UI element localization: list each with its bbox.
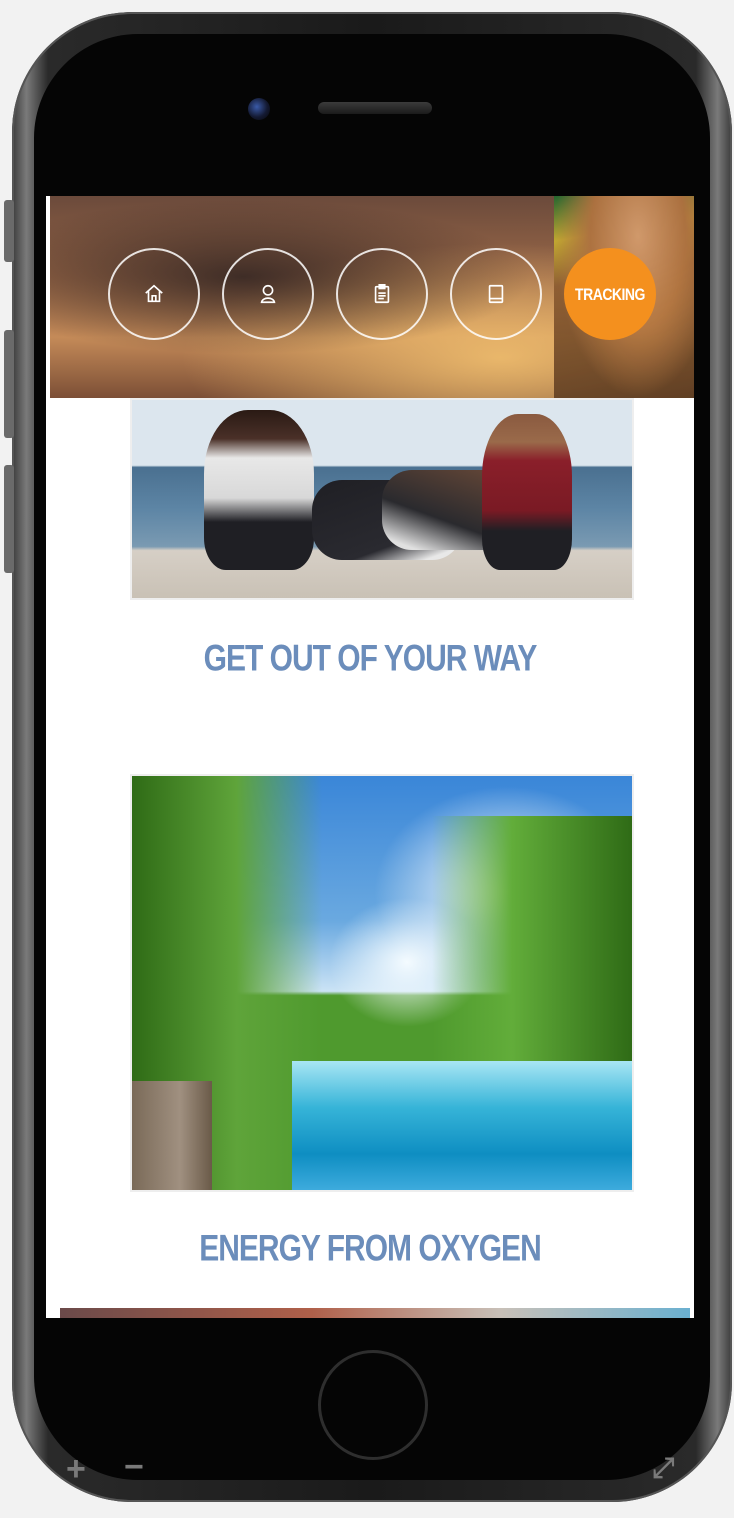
header-banner: TRACKING [50, 196, 694, 398]
wooden-walkway [132, 1081, 212, 1190]
nav-tracking-button[interactable]: TRACKING [564, 248, 656, 340]
user-icon [260, 284, 276, 304]
lake-water [292, 1061, 632, 1190]
app-screen: TRACKING GET OUT OF YOUR WAY ENERGY FROM… [46, 196, 694, 1318]
forest-lake-photo[interactable] [130, 774, 634, 1192]
main-nav: TRACKING [108, 248, 678, 340]
athlete-right-figure [482, 414, 572, 570]
nav-home-button[interactable] [108, 248, 200, 340]
phone-volume-up-button [4, 330, 14, 438]
home-button[interactable] [318, 1350, 428, 1460]
nav-tracking-label: TRACKING [575, 284, 645, 304]
earpiece-speaker [318, 102, 432, 114]
athlete-left-figure [204, 410, 314, 570]
situps-photo[interactable] [130, 398, 634, 600]
zoom-out-icon[interactable]: − [124, 1448, 144, 1487]
book-icon [488, 284, 504, 304]
card-title[interactable]: ENERGY FROM OXYGEN [46, 1228, 694, 1271]
front-camera [248, 98, 270, 120]
phone-silent-switch [4, 200, 14, 262]
card-title[interactable]: GET OUT OF YOUR WAY [46, 638, 694, 681]
clipboard-icon [374, 284, 390, 304]
next-card-edge [60, 1308, 690, 1318]
phone-volume-down-button [4, 465, 14, 573]
nav-plan-button[interactable] [336, 248, 428, 340]
expand-icon[interactable]: ⤢ [652, 1452, 674, 1485]
nav-journal-button[interactable] [450, 248, 542, 340]
nav-profile-button[interactable] [222, 248, 314, 340]
home-icon [145, 284, 163, 303]
zoom-in-icon[interactable]: + [66, 1450, 86, 1489]
